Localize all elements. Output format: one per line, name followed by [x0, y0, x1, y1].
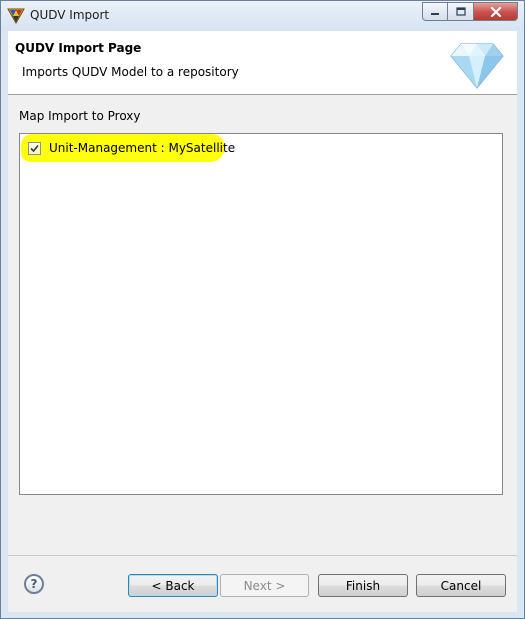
checkmark-icon: [30, 144, 39, 152]
minimize-button[interactable]: [422, 2, 448, 21]
minimize-icon: [431, 12, 439, 15]
page-description: Imports QUDV Model to a repository: [22, 65, 239, 79]
window-controls: [422, 2, 518, 22]
next-button[interactable]: Next >: [220, 574, 309, 597]
cancel-button[interactable]: Cancel: [416, 574, 506, 597]
close-button[interactable]: [474, 2, 518, 21]
wizard-banner: QUDV Import Page Imports QUDV Model to a…: [8, 31, 517, 95]
finish-button[interactable]: Finish: [318, 574, 408, 597]
section-label: Map Import to Proxy: [19, 109, 141, 123]
question-mark-icon[interactable]: ?: [24, 574, 44, 594]
tree-item-label: Unit-Management : MySatellite: [49, 141, 236, 155]
dialog-client-area: QUDV Import Page Imports QUDV Model to a…: [8, 31, 517, 612]
app-icon: [7, 8, 25, 25]
title-bar[interactable]: QUDV Import: [1, 1, 524, 31]
item-checkbox[interactable]: [28, 141, 41, 155]
back-button[interactable]: < Back: [128, 574, 218, 597]
maximize-button[interactable]: [448, 2, 474, 21]
proxy-tree[interactable]: Unit-Management : MySatellite: [19, 133, 503, 495]
window-title: QUDV Import: [30, 8, 110, 22]
footer-divider: [8, 555, 517, 556]
dialog-window: QUDV Import QUDV Import Page Imports QUD…: [0, 0, 525, 619]
page-title: QUDV Import Page: [15, 41, 142, 55]
tree-item-unit-management[interactable]: Unit-Management : MySatellite: [21, 134, 236, 162]
close-icon: [490, 6, 501, 17]
maximize-icon: [455, 7, 466, 16]
diamond-icon: [450, 43, 504, 89]
